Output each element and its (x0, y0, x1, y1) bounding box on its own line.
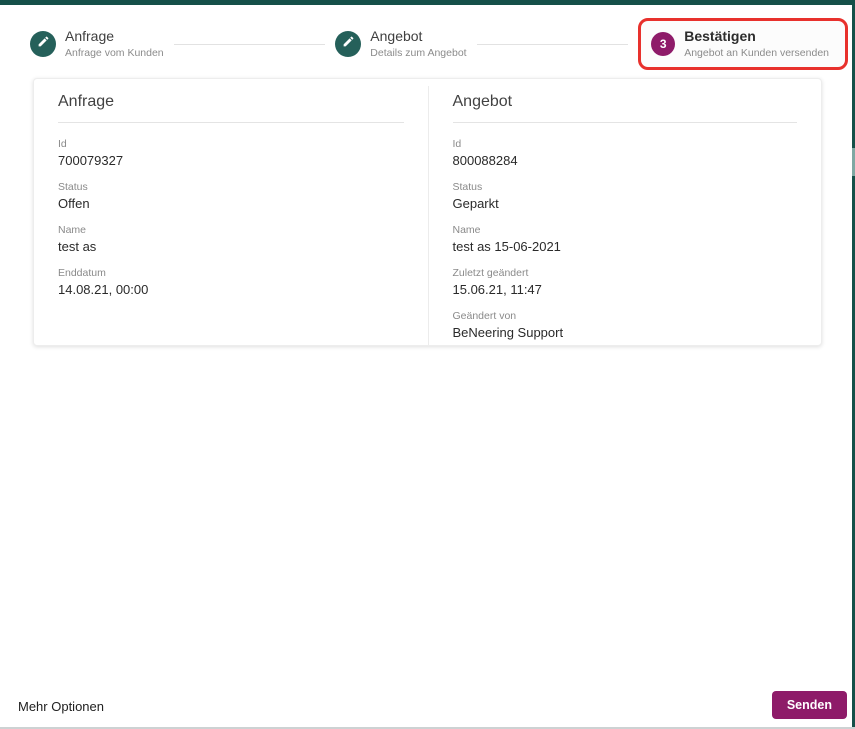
red-highlight-annotation: 3 Bestätigen Angebot an Kunden versenden (638, 18, 848, 70)
step-connector (477, 44, 629, 45)
field-label: Name (453, 224, 798, 236)
field-value: 14.08.21, 00:00 (58, 282, 404, 297)
step-angebot-circle (335, 31, 361, 57)
field-enddatum: Enddatum 14.08.21, 00:00 (58, 267, 404, 297)
step-bestaetigen[interactable]: 3 Bestätigen Angebot an Kunden versenden (651, 28, 829, 60)
field-label: Id (453, 138, 798, 150)
field-value: BeNeering Support (453, 325, 798, 340)
step-anfrage[interactable]: Anfrage Anfrage vom Kunden (30, 28, 164, 60)
field-value: Geparkt (453, 196, 798, 211)
field-label: Geändert von (453, 310, 798, 322)
field-value: 700079327 (58, 153, 404, 168)
step-number: 3 (660, 37, 667, 51)
field-label: Status (58, 181, 404, 193)
window-top-border (0, 0, 855, 5)
edit-pencil-icon (342, 35, 355, 53)
wizard-stepper: Anfrage Anfrage vom Kunden Angebot Detai… (30, 13, 848, 75)
field-label: Enddatum (58, 267, 404, 279)
step-anfrage-circle (30, 31, 56, 57)
field-label: Name (58, 224, 404, 236)
field-status: Status Geparkt (453, 181, 798, 211)
step-title: Anfrage (65, 28, 164, 46)
field-label: Id (58, 138, 404, 150)
field-id: Id 800088284 (453, 138, 798, 168)
send-button[interactable]: Senden (772, 691, 847, 719)
field-zuletzt-geaendert: Zuletzt geändert 15.06.21, 11:47 (453, 267, 798, 297)
field-value: 15.06.21, 11:47 (453, 282, 798, 297)
step-connector (174, 44, 326, 45)
step-subtitle: Details zum Angebot (370, 47, 466, 60)
step-subtitle: Angebot an Kunden versenden (684, 47, 829, 60)
field-label: Status (453, 181, 798, 193)
step-subtitle: Anfrage vom Kunden (65, 47, 164, 60)
step-angebot[interactable]: Angebot Details zum Angebot (335, 28, 466, 60)
step-bestaetigen-circle: 3 (651, 32, 675, 56)
field-value: Offen (58, 196, 404, 211)
panel-angebot: Angebot Id 800088284 Status Geparkt Name… (428, 86, 822, 346)
field-value: test as (58, 239, 404, 254)
edit-pencil-icon (37, 35, 50, 53)
step-title: Bestätigen (684, 28, 829, 46)
summary-card: Anfrage Id 700079327 Status Offen Name t… (33, 78, 822, 346)
field-value: 800088284 (453, 153, 798, 168)
field-name: Name test as (58, 224, 404, 254)
field-name: Name test as 15-06-2021 (453, 224, 798, 254)
field-value: test as 15-06-2021 (453, 239, 798, 254)
field-label: Zuletzt geändert (453, 267, 798, 279)
panel-title: Angebot (453, 93, 798, 123)
step-angebot-text: Angebot Details zum Angebot (370, 28, 466, 60)
more-options-button[interactable]: Mehr Optionen (18, 699, 104, 714)
step-anfrage-text: Anfrage Anfrage vom Kunden (65, 28, 164, 60)
field-id: Id 700079327 (58, 138, 404, 168)
field-geaendert-von: Geändert von BeNeering Support (453, 310, 798, 340)
field-status: Status Offen (58, 181, 404, 211)
step-bestaetigen-text: Bestätigen Angebot an Kunden versenden (684, 28, 829, 60)
step-title: Angebot (370, 28, 466, 46)
panel-title: Anfrage (58, 93, 404, 123)
panel-anfrage: Anfrage Id 700079327 Status Offen Name t… (34, 86, 428, 346)
